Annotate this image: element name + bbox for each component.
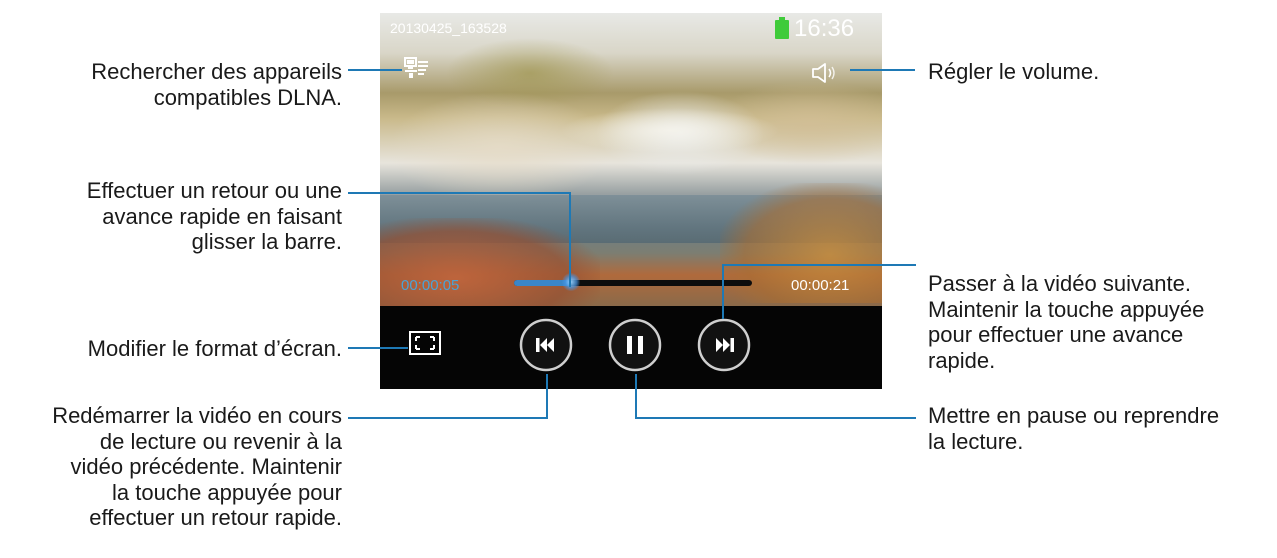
battery-icon: [775, 17, 789, 39]
callout-line-aspect: [348, 347, 408, 349]
annotation-volume: Régler le volume.: [928, 59, 1100, 84]
callout-line-seek-v: [569, 192, 571, 287]
volume-icon[interactable]: [810, 61, 840, 85]
callout-line-next-v: [722, 264, 724, 319]
callout-line-previous-v: [546, 374, 548, 419]
previous-button[interactable]: [518, 317, 574, 373]
clock: 16:36: [794, 15, 855, 42]
screen-ratio-icon: [409, 331, 441, 355]
annotation-aspect: Modifier le format d’écran.: [87, 336, 342, 361]
video-player-screen: 20130425_163528 16:36 00:00:05 00:00:21: [380, 13, 882, 389]
seek-handle[interactable]: [562, 273, 581, 291]
annotation-previous: Redémarrer la vidéo en cours de lecture …: [52, 403, 342, 530]
status-bar: 20130425_163528 16:36: [380, 13, 882, 43]
callout-line-previous-h: [348, 417, 548, 419]
file-name: 20130425_163528: [390, 20, 507, 36]
screen-ratio-button[interactable]: [408, 330, 442, 356]
callout-line-pause-h: [635, 417, 916, 419]
pause-icon: [608, 318, 662, 372]
pause-button[interactable]: [607, 317, 663, 373]
seek-bar[interactable]: [514, 273, 752, 291]
total-time: 00:00:21: [791, 277, 850, 294]
elapsed-time: 00:00:05: [401, 277, 460, 294]
callout-line-volume: [850, 69, 915, 71]
skip-previous-icon: [519, 318, 573, 372]
next-button[interactable]: [696, 317, 752, 373]
dlna-devices-icon[interactable]: [404, 57, 430, 79]
annotation-dlna: Rechercher des appareils compatibles DLN…: [91, 59, 342, 110]
video-frame[interactable]: 20130425_163528 16:36 00:00:05 00:00:21: [380, 13, 882, 306]
callout-line-seek-h: [348, 192, 570, 194]
annotation-next: Passer à la vidéo suivante. Maintenir la…: [928, 271, 1205, 373]
callout-line-next-h: [723, 264, 916, 266]
callout-line-pause-v: [635, 374, 637, 419]
annotation-seek: Effectuer un retour ou une avance rapide…: [86, 178, 342, 254]
controls-bar: [380, 306, 882, 389]
annotation-pause: Mettre en pause ou reprendre la lecture.: [928, 403, 1220, 454]
callout-line-dlna: [348, 69, 402, 71]
skip-next-icon: [697, 318, 751, 372]
video-houses: [560, 108, 780, 153]
